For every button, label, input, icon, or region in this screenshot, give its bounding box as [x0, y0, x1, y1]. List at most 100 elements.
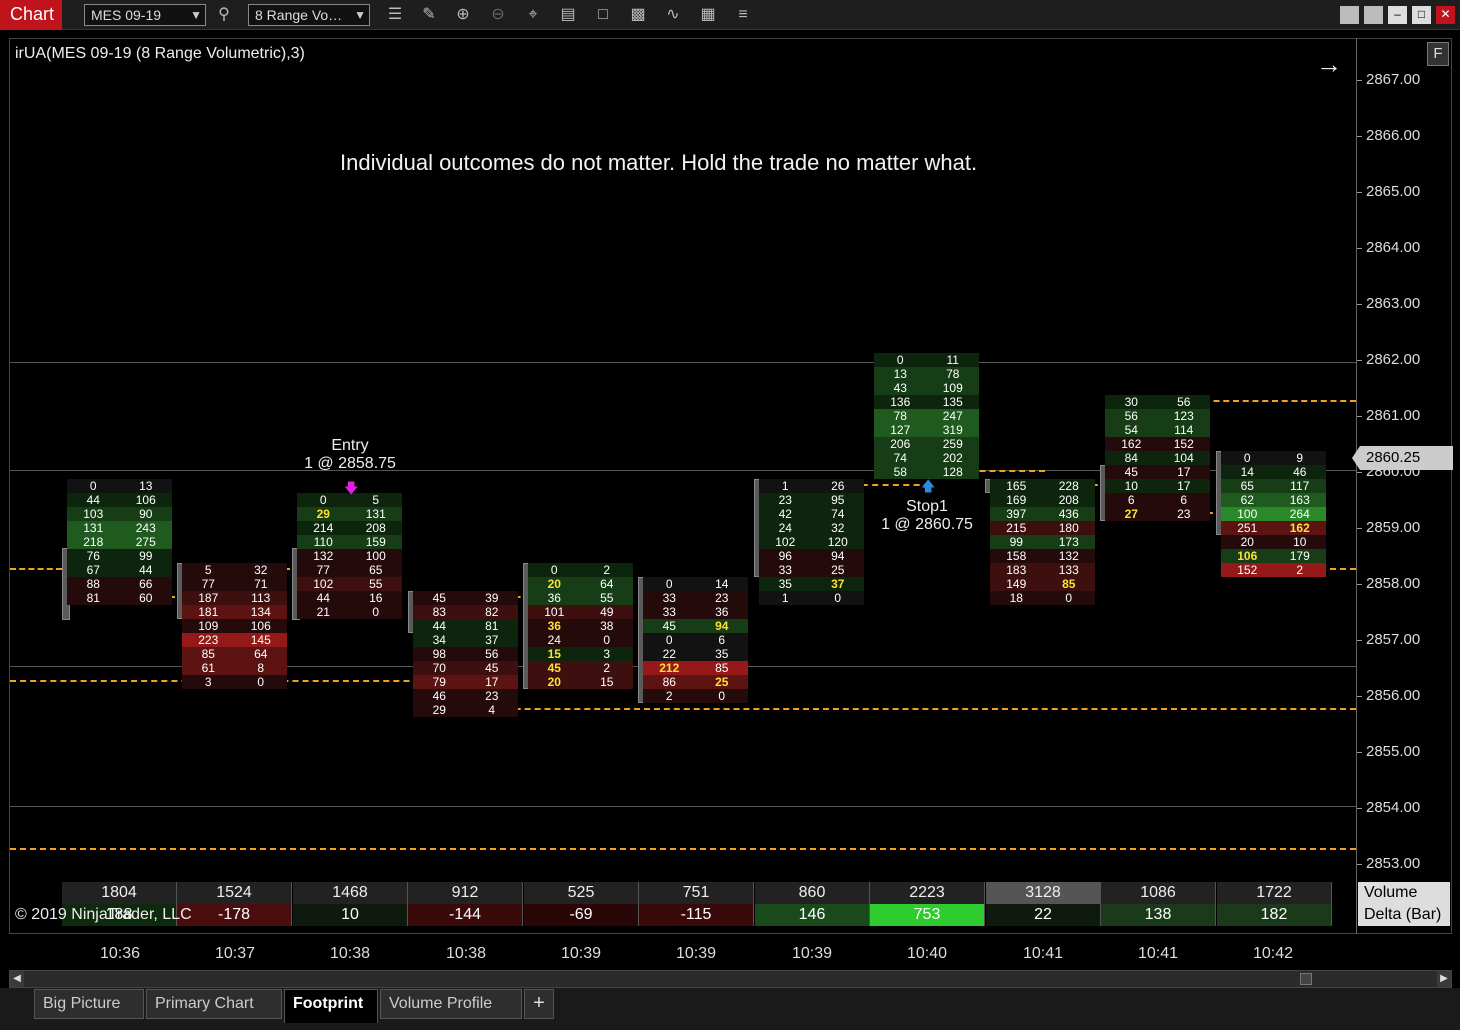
price-tick-mark [1357, 248, 1362, 249]
footprint-row: 14 46 [1221, 465, 1326, 479]
ask-volume: 85 [715, 661, 729, 675]
arrow-right-icon[interactable]: → [1316, 49, 1342, 80]
footprint-row: 187 113 [182, 591, 287, 605]
bid-volume: 152 [1237, 563, 1258, 577]
indicators-icon[interactable]: ▩ [626, 4, 650, 26]
scroll-right-icon[interactable]: ▶ [1437, 971, 1451, 987]
footprint-row: 251 162 [1221, 521, 1326, 535]
ask-volume: 208 [1058, 493, 1079, 507]
volume-cell: 1086 [1101, 882, 1216, 904]
tab-footprint[interactable]: Footprint [284, 989, 378, 1023]
chart-message: Individual outcomes do not matter. Hold … [340, 150, 978, 175]
horizontal-scrollbar[interactable]: ◀ ▶ [9, 970, 1452, 988]
ask-volume: 17 [485, 675, 499, 689]
footprint-bar[interactable]: 0 11 13 78 43 109 136 135 78 247 127 319 206 259 74 202… [874, 353, 979, 479]
ask-volume: 71 [254, 577, 268, 591]
close-button[interactable]: ✕ [1436, 6, 1455, 24]
time-label: 10:41 [1022, 945, 1064, 962]
bid-volume: 136 [890, 395, 911, 409]
level-line [465, 708, 1356, 710]
tab-big-picture[interactable]: Big Picture [34, 989, 144, 1019]
footprint-row: 0 11 [874, 353, 979, 367]
footprint-bar[interactable]: 0 2 20 64 36 55 101 49 36 38 24 0 15 3 45 2 20 15 [528, 563, 633, 689]
bid-volume: 23 [778, 493, 792, 507]
footprint-row: 10 17 [1105, 479, 1210, 493]
more-icon[interactable]: ≡ [731, 4, 755, 26]
price-tick-mark [1357, 808, 1362, 809]
bid-volume: 2 [665, 689, 673, 703]
footprint-row: 45 39 [413, 591, 518, 605]
footprint-bar[interactable]: 1 26 23 95 42 74 24 32 102 120 96 94 33 25 35 37 1 0 [759, 479, 864, 605]
bid-volume: 70 [432, 661, 446, 675]
footprint-bar[interactable]: 30 56 56 123 54 114 162 152 84 104 45 17 10 17 6 6 27 23 [1105, 395, 1210, 521]
bar-style-icon[interactable]: ☰ [383, 4, 407, 26]
tab-volume-profile[interactable]: Volume Profile [380, 989, 522, 1019]
search-icon[interactable]: ⚲ [212, 4, 236, 26]
layout-button[interactable] [1340, 6, 1359, 24]
bid-volume: 27 [1124, 507, 1138, 521]
scroll-left-icon[interactable]: ◀ [10, 971, 24, 987]
footprint-bar[interactable]: 5 32 77 71 187 113 181 134 109 106 223 145 85 64 61 8 3 0 [182, 563, 287, 689]
template-icon[interactable]: □ [591, 4, 615, 26]
stop-arrow-icon[interactable]: 🡅 [921, 476, 935, 500]
maximize-button[interactable]: □ [1412, 6, 1431, 24]
bid-volume: 10 [1124, 479, 1138, 493]
entry-arrow-icon[interactable]: 🡇 [344, 478, 358, 502]
strategies-icon[interactable]: ∿ [661, 4, 685, 26]
footprint-row: 67 44 [67, 563, 172, 577]
footprint-row: 44 16 [297, 591, 402, 605]
ask-volume: 0 [1065, 591, 1073, 605]
footprint-bar[interactable]: 0 9 14 46 65 117 62 163 100 264 251 162 20 10 106 179 15… [1221, 451, 1326, 577]
draw-icon[interactable]: ✎ [417, 4, 441, 26]
delta-cell: -178 [177, 904, 292, 926]
footprint-bar[interactable]: 0 13 44 106 103 90 131 243 218 275 76 99 67 44 88 66 81 6… [67, 479, 172, 605]
time-label: 10:37 [214, 945, 256, 962]
footprint-bar[interactable]: 0 14 33 23 33 36 45 94 0 6 22 35 212 85 86 25 2 0 [643, 577, 748, 703]
bid-volume: 131 [83, 521, 104, 535]
ask-volume: 60 [139, 591, 153, 605]
ask-volume: 9 [1296, 451, 1304, 465]
bid-volume: 45 [432, 591, 446, 605]
delta-cell: 146 [755, 904, 870, 926]
volume-cell: 525 [524, 882, 639, 904]
add-tab-button[interactable]: + [524, 989, 554, 1019]
minimize-button[interactable]: – [1388, 6, 1407, 24]
footprint-bar[interactable]: 0 5 29 131 214 208 110 159 132 100 77 65 102 55 44 16 21… [297, 493, 402, 619]
zoom-in-icon[interactable]: ⊕ [451, 4, 475, 26]
ask-volume: 3 [603, 647, 611, 661]
footprint-row: 83 82 [413, 605, 518, 619]
bid-volume: 0 [665, 633, 673, 647]
bid-volume: 42 [778, 507, 792, 521]
footprint-bar[interactable]: 45 39 83 82 44 81 34 37 98 56 70 45 79 17 46 23 29 4 [413, 591, 518, 717]
price-tick-label: 2865.00 [1366, 183, 1421, 200]
price-tick-mark [1357, 360, 1362, 361]
ask-volume: 17 [1177, 479, 1191, 493]
instrument-selector[interactable]: MES 09-19 ▼ [84, 4, 206, 26]
footprint-row: 88 66 [67, 577, 172, 591]
ask-volume: 44 [139, 563, 153, 577]
footprint-row: 131 243 [67, 521, 172, 535]
bid-volume: 0 [89, 479, 97, 493]
time-label: 10:39 [791, 945, 833, 962]
properties-icon[interactable]: ▤ [556, 4, 580, 26]
tile-button[interactable] [1364, 6, 1383, 24]
zoom-out-icon[interactable]: ⊖ [486, 4, 510, 26]
footprint-row: 81 60 [67, 591, 172, 605]
price-tick-mark [1357, 304, 1362, 305]
bid-volume: 5 [204, 563, 212, 577]
tab-primary-chart[interactable]: Primary Chart [146, 989, 282, 1019]
scroll-thumb[interactable] [1300, 973, 1312, 985]
footprint-bar[interactable]: 165 228 169 208 397 436 215 180 99 173 158 132 183 13… [990, 479, 1095, 605]
volume-label: Volume [1358, 882, 1450, 904]
ask-volume: 0 [257, 675, 265, 689]
ask-volume: 37 [485, 633, 499, 647]
footprint-row: 206 259 [874, 437, 979, 451]
ask-volume: 109 [942, 381, 963, 395]
bar-type-selector[interactable]: 8 Range Vo… ▼ [248, 4, 370, 26]
price-tick-label: 2858.00 [1366, 575, 1421, 592]
footprint-row: 35 37 [759, 577, 864, 591]
crosshair-icon[interactable]: ⌖ [521, 4, 545, 26]
bid-volume: 0 [1243, 451, 1251, 465]
data-box-icon[interactable]: ▦ [696, 4, 720, 26]
footprint-row: 98 56 [413, 647, 518, 661]
